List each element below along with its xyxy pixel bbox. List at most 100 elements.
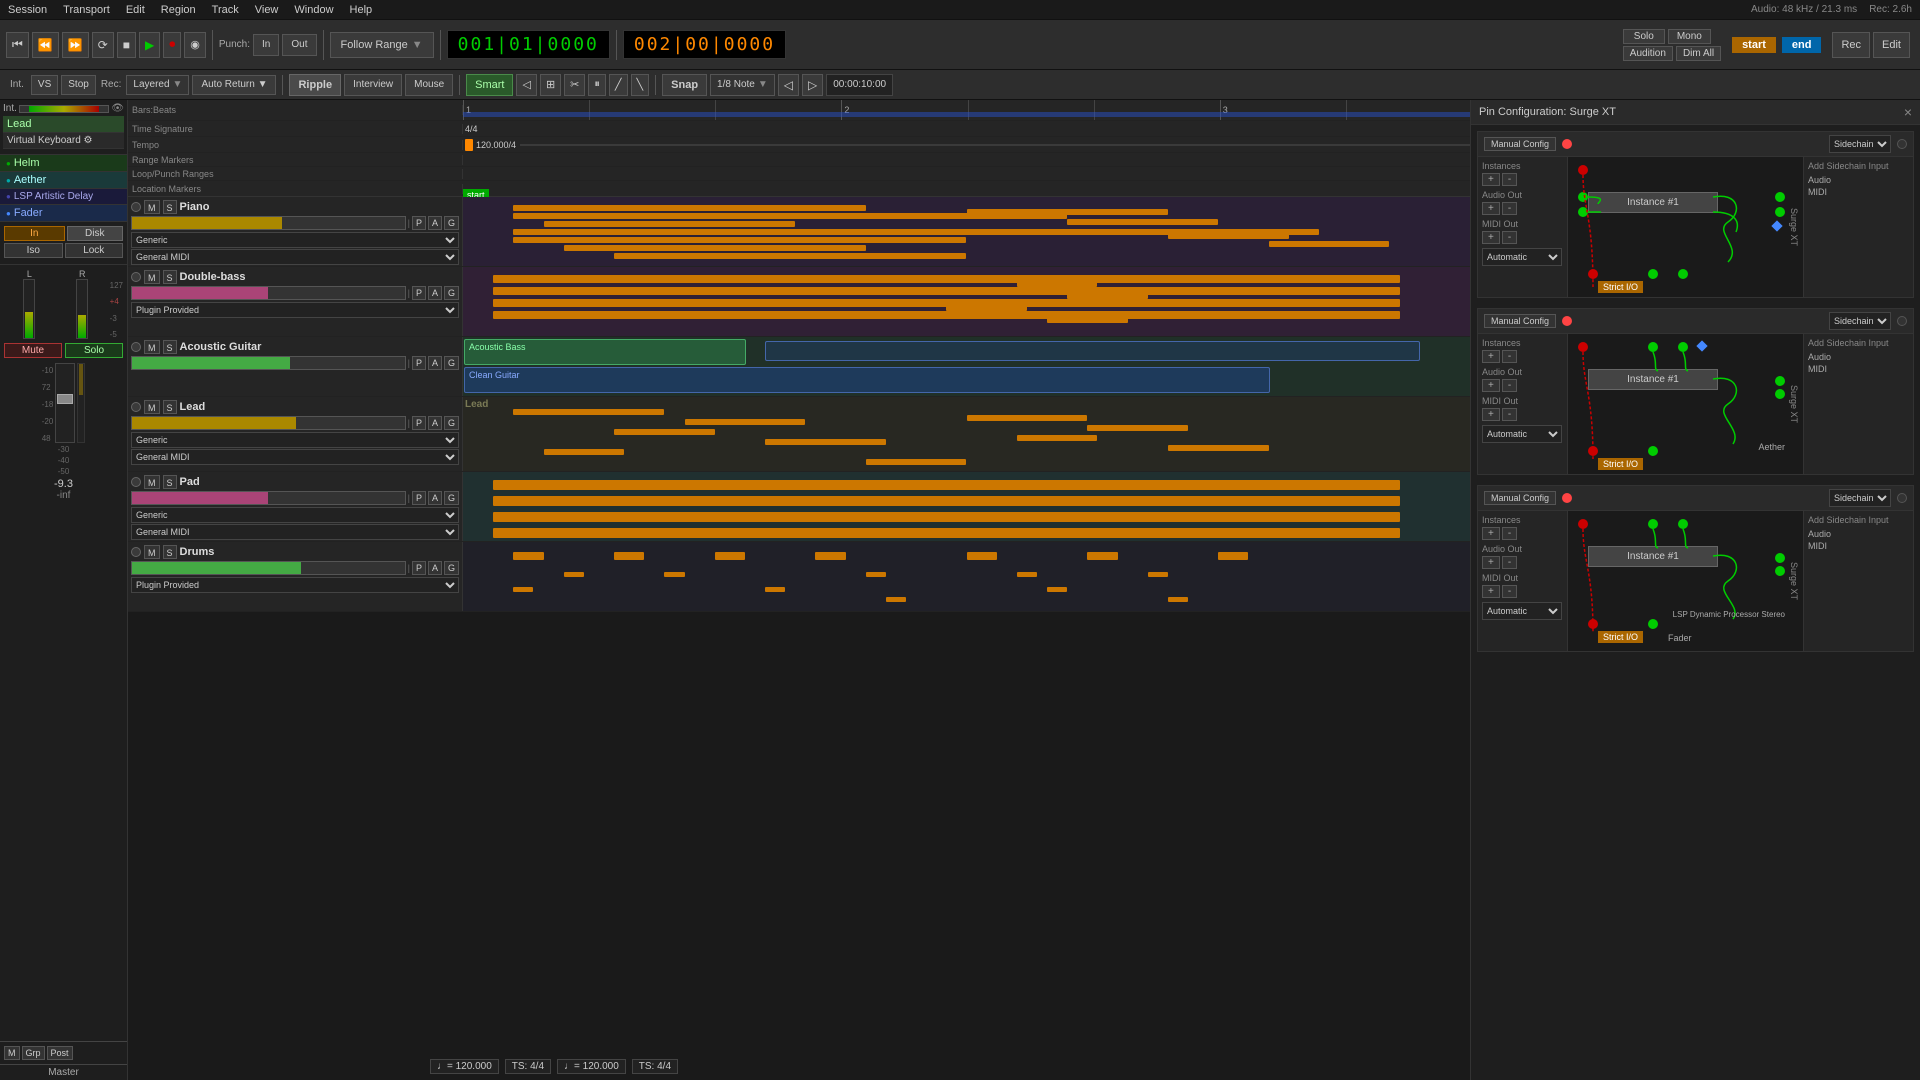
conn-green-mid2-1[interactable] (1578, 207, 1588, 217)
piano-fader[interactable] (131, 216, 406, 230)
audio-minus-1[interactable]: - (1502, 202, 1517, 215)
piano-plugin1-select[interactable]: Generic (131, 232, 459, 248)
vs-btn-tb2[interactable]: VS (31, 75, 58, 95)
lead-m-btn[interactable]: M (144, 400, 160, 414)
audio-minus-2[interactable]: - (1502, 379, 1517, 392)
conn-green-mid-1[interactable] (1578, 192, 1588, 202)
pad-fader[interactable] (131, 491, 406, 505)
edit-btn[interactable]: Edit (1873, 32, 1910, 58)
stop-btn[interactable]: ■ (117, 32, 136, 58)
layered-select[interactable]: Layered▼ (126, 75, 189, 95)
audio-plus-1[interactable]: + (1482, 202, 1500, 215)
midi-minus-1[interactable]: - (1502, 231, 1517, 244)
mouse-btn[interactable]: Mouse (405, 74, 453, 96)
piano-s-btn[interactable]: S (163, 200, 177, 214)
conn-red-bot-3[interactable] (1588, 619, 1598, 629)
piano-g-btn[interactable]: G (444, 216, 459, 230)
mute-btn-sb[interactable]: Mute (4, 343, 62, 358)
manual-config-3-btn[interactable]: Manual Config (1484, 491, 1556, 505)
tool-3[interactable]: ✂ (564, 74, 585, 96)
conn-green-bot-3[interactable] (1648, 619, 1658, 629)
piano-a-btn[interactable]: A (428, 216, 442, 230)
pin-config-close[interactable]: × (1904, 104, 1912, 120)
guitar-fader[interactable] (131, 356, 406, 370)
drums-a-btn[interactable]: A (428, 561, 442, 575)
disk-btn[interactable]: Disk (67, 226, 124, 241)
piano-p-btn[interactable]: P (412, 216, 426, 230)
bass-m-btn[interactable]: M (144, 270, 160, 284)
midi-minus-3[interactable]: - (1502, 585, 1517, 598)
lead-p-btn[interactable]: P (412, 416, 426, 430)
manual-config-1-btn[interactable]: Manual Config (1484, 137, 1556, 151)
note-select[interactable]: 1/8 Note▼ (710, 74, 775, 96)
drums-s-btn[interactable]: S (163, 545, 177, 559)
midi-plus-1[interactable]: + (1482, 231, 1500, 244)
tool-5[interactable]: ╱ (609, 74, 628, 96)
rewind-btn[interactable]: ⏮ (6, 32, 29, 58)
midi-minus-2[interactable]: - (1502, 408, 1517, 421)
interview-btn[interactable]: Interview (344, 74, 402, 96)
prev-marker-btn[interactable]: ◁ (778, 74, 799, 96)
tool-2[interactable]: ⊞ (540, 74, 561, 96)
sidechain-select-3[interactable]: Sidechain (1829, 489, 1891, 507)
menu-edit[interactable]: Edit (126, 4, 145, 16)
conn-red-top-2[interactable] (1578, 342, 1588, 352)
punch-in-btn[interactable]: In (253, 34, 279, 56)
mono-btn[interactable]: Mono (1668, 29, 1711, 44)
stop-btn-tb2[interactable]: Stop (61, 75, 96, 95)
conn-green-top-3[interactable] (1648, 519, 1658, 529)
menu-view[interactable]: View (255, 4, 279, 16)
audition-btn[interactable]: Audition (1623, 46, 1673, 61)
fader-thumb-sb[interactable] (57, 394, 73, 404)
auto-return-btn[interactable]: Auto Return ▼ (192, 75, 276, 95)
helm-label[interactable]: ● Helm (0, 155, 127, 172)
bass-a-btn[interactable]: A (428, 286, 442, 300)
inst-minus-3[interactable]: - (1502, 527, 1517, 540)
sidechain-select-2[interactable]: Sidechain (1829, 312, 1891, 330)
conn-green-out2-3[interactable] (1775, 566, 1785, 576)
prev-btn[interactable]: ⏪ (32, 32, 59, 58)
conn-green-bot-2[interactable] (1648, 446, 1658, 456)
drums-plugin1-select[interactable]: Plugin Provided (131, 577, 459, 593)
piano-plugin2-select[interactable]: General MIDI (131, 249, 459, 265)
inst-minus-1[interactable]: - (1502, 173, 1517, 186)
inst-plus-3[interactable]: + (1482, 527, 1500, 540)
midi-plus-2[interactable]: + (1482, 408, 1500, 421)
virtual-keyboard[interactable]: Virtual Keyboard ⚙ (3, 133, 124, 149)
conn-green-top2-2[interactable] (1678, 342, 1688, 352)
drums-g-btn[interactable]: G (444, 561, 459, 575)
pad-g-btn[interactable]: G (444, 491, 459, 505)
pad-s-btn[interactable]: S (163, 475, 177, 489)
inst-plus-1[interactable]: + (1482, 173, 1500, 186)
drums-m-btn[interactable]: M (144, 545, 160, 559)
auto-select-2[interactable]: Automatic (1482, 425, 1562, 443)
lead-track-label[interactable]: Lead (3, 116, 124, 133)
smart-btn[interactable]: Smart (466, 74, 513, 96)
acoustic-bass-clip[interactable]: Acoustic Bass (464, 339, 746, 365)
punch-out-btn[interactable]: Out (282, 34, 316, 56)
lock-btn[interactable]: Lock (65, 243, 124, 258)
pad-p-btn[interactable]: P (412, 491, 426, 505)
manual-config-2-btn[interactable]: Manual Config (1484, 314, 1556, 328)
conn-red-top-1[interactable] (1578, 165, 1588, 175)
pad-plugin1-select[interactable]: Generic (131, 507, 459, 523)
menu-track[interactable]: Track (212, 4, 239, 16)
conn-red-bot-1[interactable] (1588, 269, 1598, 279)
clean-guitar-clip[interactable]: Clean Guitar (464, 367, 1270, 393)
dim-all-btn[interactable]: Dim All (1676, 46, 1721, 61)
pad-m-btn[interactable]: M (144, 475, 160, 489)
lead-s-btn[interactable]: S (163, 400, 177, 414)
pad-a-btn[interactable]: A (428, 491, 442, 505)
rec-end-btn[interactable]: Rec (1832, 32, 1870, 58)
lead-a-btn[interactable]: A (428, 416, 442, 430)
conn-green-out2-2[interactable] (1775, 389, 1785, 399)
monitor-icon[interactable]: 👁 (111, 103, 124, 114)
tool-1[interactable]: ◁ (516, 74, 536, 96)
inst-minus-2[interactable]: - (1502, 350, 1517, 363)
solo-btn-sb[interactable]: Solo (65, 343, 123, 358)
pad-plugin2-select[interactable]: General MIDI (131, 524, 459, 540)
inst-plus-2[interactable]: + (1482, 350, 1500, 363)
conn-green-out-3[interactable] (1775, 553, 1785, 563)
guitar-p-btn[interactable]: P (412, 356, 426, 370)
menu-window[interactable]: Window (294, 4, 333, 16)
